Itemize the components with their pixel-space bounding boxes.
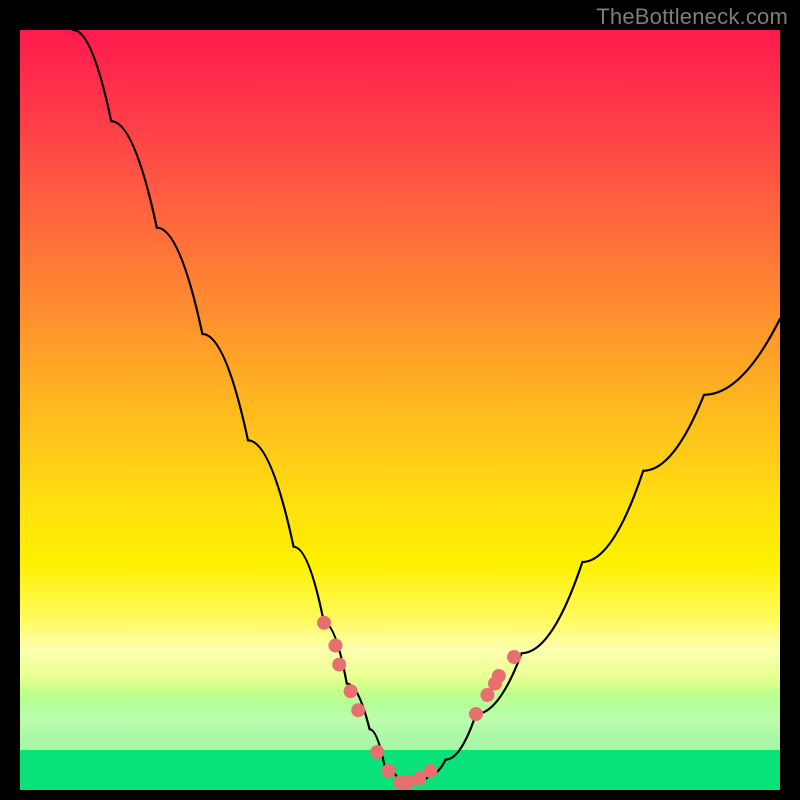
highlight-dot bbox=[370, 745, 384, 759]
highlight-dot bbox=[480, 688, 494, 702]
highlight-dot bbox=[469, 707, 483, 721]
bottleneck-curve bbox=[73, 30, 780, 782]
highlight-dot bbox=[423, 764, 437, 778]
highlight-dot bbox=[317, 616, 331, 630]
chart-frame bbox=[20, 30, 780, 790]
highlight-dot bbox=[351, 703, 365, 717]
highlight-dot bbox=[507, 650, 521, 664]
chart-svg bbox=[20, 30, 780, 790]
highlight-dot bbox=[382, 764, 396, 778]
highlight-dot bbox=[412, 772, 426, 786]
highlight-dots bbox=[317, 616, 521, 790]
highlight-dot bbox=[488, 677, 502, 691]
highlight-dot bbox=[344, 684, 358, 698]
highlight-dot bbox=[328, 639, 342, 653]
watermark-text: TheBottleneck.com bbox=[596, 4, 788, 30]
highlight-dot bbox=[332, 658, 346, 672]
